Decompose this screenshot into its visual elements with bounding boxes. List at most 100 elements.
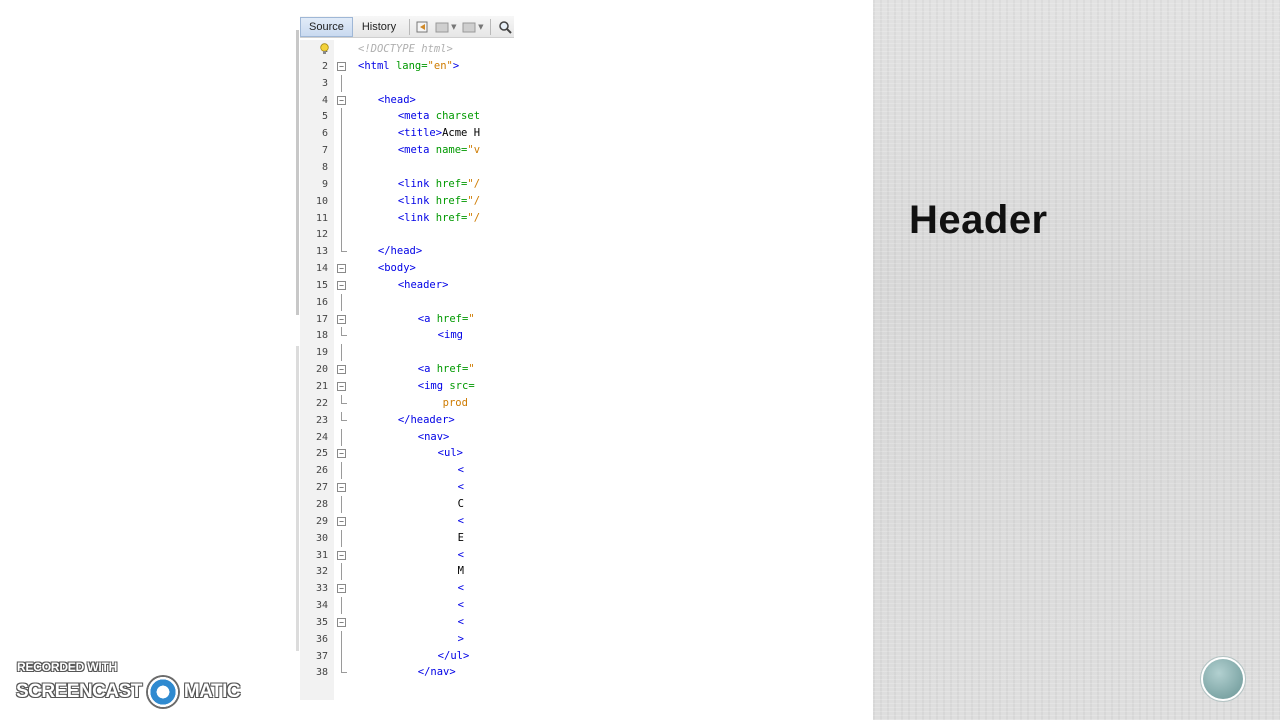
- fold-guide: [341, 647, 342, 665]
- line-number: 27: [315, 482, 328, 494]
- fold-guide: [341, 529, 342, 547]
- code-line[interactable]: 32 M: [296, 563, 514, 581]
- code-line[interactable]: 26 <: [296, 462, 514, 480]
- line-number: 19: [315, 347, 328, 359]
- code-line[interactable]: 24 <nav>: [296, 428, 514, 446]
- code-editor[interactable]: Source History ▼ ▼ 1<!DOCTYPE html>2−<ht…: [296, 16, 514, 700]
- code-line[interactable]: 30 E: [296, 529, 514, 547]
- code-token: <: [457, 514, 464, 527]
- code-line[interactable]: 17− <a href=": [296, 311, 514, 328]
- code-text: <meta charset: [398, 108, 514, 125]
- fold-end-marker: [341, 394, 347, 404]
- code-token: "en": [427, 59, 453, 72]
- fold-collapse-icon[interactable]: −: [337, 516, 346, 526]
- code-line[interactable]: 14− <body>: [296, 260, 514, 277]
- code-token: </header>: [397, 413, 455, 426]
- presentation-slide: Header: [873, 0, 1280, 720]
- fold-collapse-icon[interactable]: −: [337, 550, 346, 560]
- back-history-icon[interactable]: [416, 19, 431, 34]
- code-line[interactable]: 11 <link href="/: [296, 209, 514, 227]
- code-line[interactable]: 6 <title>Acme H: [296, 125, 514, 143]
- code-line[interactable]: 20− <a href=": [296, 361, 514, 378]
- fold-guide: [341, 597, 342, 615]
- code-token: href=: [436, 363, 469, 376]
- code-token: "/: [467, 177, 481, 190]
- next-bookmark-icon[interactable]: [462, 19, 477, 34]
- prev-bookmark-icon[interactable]: [435, 19, 450, 34]
- code-line[interactable]: 21− <img src=: [296, 378, 514, 395]
- toolbar-separator: [490, 18, 492, 35]
- fold-collapse-icon[interactable]: −: [337, 483, 346, 493]
- code-line[interactable]: 31− <: [296, 547, 514, 564]
- line-number: 4: [321, 94, 328, 106]
- code-token: href=: [435, 211, 468, 224]
- code-line[interactable]: 15− <header>: [296, 277, 514, 294]
- tab-source[interactable]: Source: [300, 16, 353, 37]
- fold-end-marker: [341, 327, 347, 337]
- line-number: 9: [321, 178, 328, 190]
- code-line[interactable]: 36 >: [296, 630, 514, 648]
- fold-collapse-icon[interactable]: −: [337, 449, 346, 459]
- code-line[interactable]: 35− <: [296, 614, 514, 631]
- code-line[interactable]: 1<!DOCTYPE html>: [296, 41, 514, 58]
- code-text: <: [458, 513, 514, 530]
- line-number: 12: [315, 229, 328, 241]
- fold-collapse-icon[interactable]: −: [337, 61, 346, 71]
- code-line[interactable]: 33− <: [296, 580, 514, 597]
- fold-collapse-icon[interactable]: −: [337, 617, 346, 627]
- line-number: 20: [315, 364, 328, 376]
- chevron-down-icon[interactable]: ▼: [478, 23, 483, 31]
- fold-guide: [341, 462, 342, 480]
- fold-collapse-icon[interactable]: −: [337, 95, 346, 105]
- code-line[interactable]: 29− <: [296, 513, 514, 530]
- code-line[interactable]: 28 C: [296, 495, 514, 513]
- code-line[interactable]: 16: [296, 293, 514, 311]
- find-icon[interactable]: [497, 19, 512, 34]
- tab-history[interactable]: History: [353, 17, 405, 37]
- fold-collapse-icon[interactable]: −: [337, 382, 346, 391]
- code-token: <: [457, 548, 464, 561]
- code-line[interactable]: 8: [296, 158, 514, 176]
- code-line[interactable]: 27− <: [296, 479, 514, 496]
- code-line[interactable]: 3: [296, 74, 514, 92]
- watermark-brand: SCREENCAST MATIC: [16, 675, 241, 709]
- line-number: 23: [315, 414, 328, 426]
- line-number: 30: [315, 532, 328, 544]
- code-line[interactable]: 10 <link href="/: [296, 192, 514, 210]
- code-line[interactable]: 25− <ul>: [296, 445, 514, 462]
- code-token: M: [457, 565, 464, 578]
- code-line[interactable]: 18 <img: [296, 327, 514, 344]
- lightbulb-hint-icon[interactable]: [320, 43, 329, 55]
- code-line[interactable]: 9 <link href="/: [296, 175, 514, 193]
- code-line[interactable]: 22 prod: [296, 394, 514, 412]
- code-line[interactable]: 19: [296, 344, 514, 362]
- code-line[interactable]: 38 </nav>: [296, 664, 514, 681]
- fold-guide: [341, 158, 342, 176]
- code-token: <ul>: [437, 447, 463, 460]
- fold-collapse-icon[interactable]: −: [337, 280, 346, 290]
- code-line[interactable]: 12: [296, 226, 514, 244]
- code-token: <a: [417, 363, 437, 376]
- line-number: 25: [315, 448, 328, 460]
- code-token: charset: [435, 110, 481, 123]
- code-line[interactable]: 34 <: [296, 597, 514, 615]
- code-line[interactable]: 13 </head>: [296, 243, 514, 260]
- code-text: <img: [438, 327, 514, 344]
- fold-collapse-icon[interactable]: −: [337, 314, 346, 324]
- code-line[interactable]: 37 </ul>: [296, 647, 514, 665]
- slide-nav-button[interactable]: [1200, 656, 1246, 702]
- fold-guide: [341, 192, 342, 210]
- fold-collapse-icon[interactable]: −: [337, 365, 346, 375]
- code-line[interactable]: 4− <head>: [296, 92, 514, 109]
- code-line[interactable]: 5 <meta charset: [296, 108, 514, 126]
- chevron-down-icon[interactable]: ▼: [451, 23, 456, 31]
- fold-collapse-icon[interactable]: −: [337, 264, 346, 274]
- code-text: E: [458, 530, 514, 547]
- code-token: >: [452, 59, 460, 72]
- code-token: E: [457, 531, 464, 544]
- fold-collapse-icon[interactable]: −: [337, 584, 346, 594]
- code-text: >: [458, 631, 514, 648]
- code-line[interactable]: 7 <meta name="v: [296, 142, 514, 160]
- code-line[interactable]: 2− <html lang="en">: [296, 58, 514, 75]
- code-line[interactable]: 23 </header>: [296, 411, 514, 429]
